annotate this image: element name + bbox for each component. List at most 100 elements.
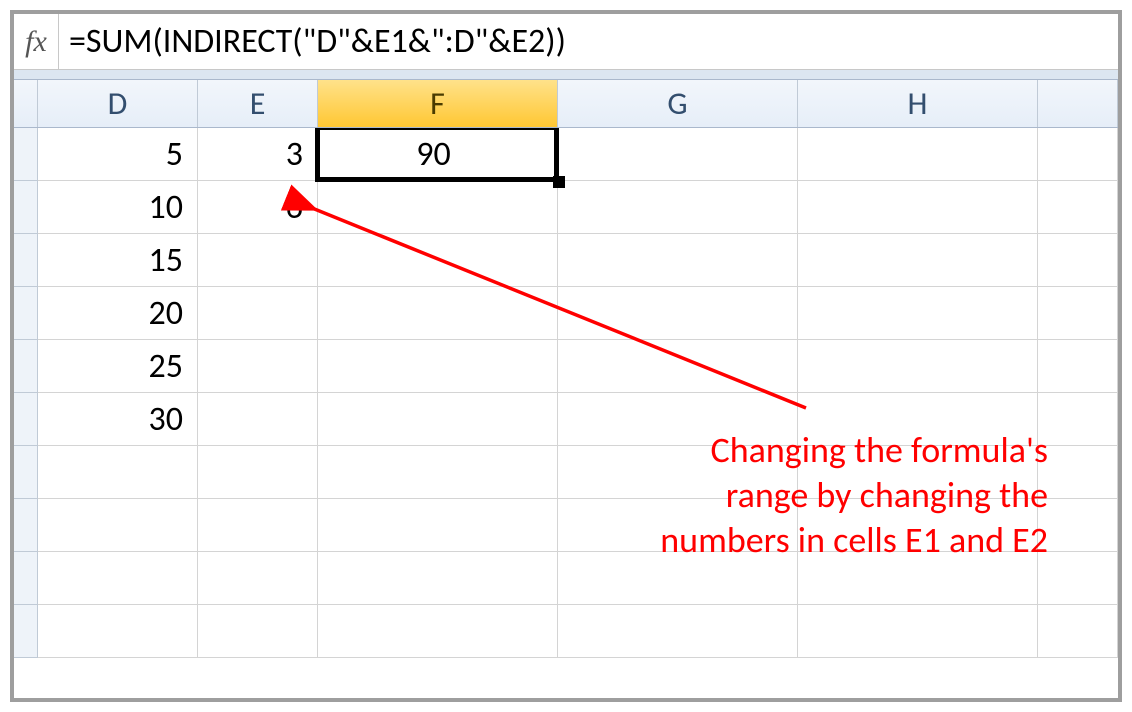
col-header-H[interactable]: H <box>798 80 1038 127</box>
cell-I3[interactable] <box>1038 234 1118 287</box>
cell-D5[interactable]: 25 <box>38 340 198 393</box>
cell-H7[interactable] <box>798 446 1038 499</box>
cell-F1[interactable]: 90 <box>318 128 558 181</box>
cell-E8[interactable] <box>198 499 318 552</box>
column-headers: D E F G H <box>14 80 1118 128</box>
cell-E6[interactable] <box>198 393 318 446</box>
cell-G5[interactable] <box>558 340 798 393</box>
cell-value: 20 <box>149 293 183 334</box>
cell-H10[interactable] <box>798 605 1038 658</box>
cell-E10[interactable] <box>198 605 318 658</box>
cell-value: 15 <box>149 240 183 281</box>
col-header-F[interactable]: F <box>318 80 558 127</box>
cell-H1[interactable] <box>798 128 1038 181</box>
cell-I5[interactable] <box>1038 340 1118 393</box>
cell-value: 90 <box>416 134 450 175</box>
row-5: 25 <box>14 340 1118 393</box>
cell-H9[interactable] <box>798 552 1038 605</box>
cell-F2[interactable] <box>318 181 558 234</box>
formula-input[interactable] <box>59 21 1118 62</box>
cell-I10[interactable] <box>1038 605 1118 658</box>
row-7 <box>14 446 1118 499</box>
cell-value: 30 <box>149 399 183 440</box>
fx-label-text: fx <box>25 25 47 59</box>
cell-D8[interactable] <box>38 499 198 552</box>
cell-G2[interactable] <box>558 181 798 234</box>
cell-E7[interactable] <box>198 446 318 499</box>
cell-F8[interactable] <box>318 499 558 552</box>
cell-D1[interactable]: 5 <box>38 128 198 181</box>
cell-F3[interactable] <box>318 234 558 287</box>
cell-G8[interactable] <box>558 499 798 552</box>
cell-E9[interactable] <box>198 552 318 605</box>
row-header-3[interactable] <box>14 234 38 287</box>
cell-D3[interactable]: 15 <box>38 234 198 287</box>
cell-D2[interactable]: 10 <box>38 181 198 234</box>
row-2: 10 6 <box>14 181 1118 234</box>
cell-G7[interactable] <box>558 446 798 499</box>
grid-body[interactable]: 5 3 90 10 6 15 <box>14 128 1118 698</box>
row-6: 30 <box>14 393 1118 446</box>
cell-G3[interactable] <box>558 234 798 287</box>
cell-F4[interactable] <box>318 287 558 340</box>
cell-F10[interactable] <box>318 605 558 658</box>
sheet-area: D E F G H 5 3 90 10 6 <box>14 70 1118 698</box>
formula-bar: fx <box>14 14 1118 70</box>
cell-I6[interactable] <box>1038 393 1118 446</box>
row-header-2[interactable] <box>14 181 38 234</box>
cell-H3[interactable] <box>798 234 1038 287</box>
cell-D6[interactable]: 30 <box>38 393 198 446</box>
cell-F7[interactable] <box>318 446 558 499</box>
cell-E2[interactable]: 6 <box>198 181 318 234</box>
cell-F6[interactable] <box>318 393 558 446</box>
cell-G1[interactable] <box>558 128 798 181</box>
cell-F9[interactable] <box>318 552 558 605</box>
cell-value: 25 <box>149 346 183 387</box>
row-8 <box>14 499 1118 552</box>
col-header-E[interactable]: E <box>198 80 318 127</box>
row-header-4[interactable] <box>14 287 38 340</box>
cell-G10[interactable] <box>558 605 798 658</box>
row-header-6[interactable] <box>14 393 38 446</box>
col-header-G[interactable]: G <box>558 80 798 127</box>
cell-D9[interactable] <box>38 552 198 605</box>
excel-window: fx D E F G H 5 3 90 <box>10 10 1122 702</box>
row-header-1[interactable] <box>14 128 38 181</box>
cell-I1[interactable] <box>1038 128 1118 181</box>
fill-handle[interactable] <box>553 176 565 188</box>
cell-I9[interactable] <box>1038 552 1118 605</box>
cell-value: 3 <box>286 134 303 175</box>
cell-H4[interactable] <box>798 287 1038 340</box>
col-header-label: F <box>430 84 445 123</box>
cell-I4[interactable] <box>1038 287 1118 340</box>
cell-D7[interactable] <box>38 446 198 499</box>
cell-G9[interactable] <box>558 552 798 605</box>
cell-D4[interactable]: 20 <box>38 287 198 340</box>
row-header-7[interactable] <box>14 446 38 499</box>
cell-F5[interactable] <box>318 340 558 393</box>
cell-H2[interactable] <box>798 181 1038 234</box>
row-header-10[interactable] <box>14 605 38 658</box>
cell-H8[interactable] <box>798 499 1038 552</box>
cell-I2[interactable] <box>1038 181 1118 234</box>
row-header-5[interactable] <box>14 340 38 393</box>
cell-E5[interactable] <box>198 340 318 393</box>
fx-icon[interactable]: fx <box>14 14 59 69</box>
col-header-D[interactable]: D <box>38 80 198 127</box>
cell-I7[interactable] <box>1038 446 1118 499</box>
row-header-9[interactable] <box>14 552 38 605</box>
cell-G4[interactable] <box>558 287 798 340</box>
cell-I8[interactable] <box>1038 499 1118 552</box>
select-all-corner[interactable] <box>14 80 38 127</box>
cell-E4[interactable] <box>198 287 318 340</box>
row-header-8[interactable] <box>14 499 38 552</box>
col-header-overflow[interactable] <box>1038 80 1118 127</box>
cell-D10[interactable] <box>38 605 198 658</box>
cell-G6[interactable] <box>558 393 798 446</box>
cell-E1[interactable]: 3 <box>198 128 318 181</box>
row-10 <box>14 605 1118 658</box>
cell-H5[interactable] <box>798 340 1038 393</box>
col-header-label: D <box>108 84 128 123</box>
cell-H6[interactable] <box>798 393 1038 446</box>
cell-E3[interactable] <box>198 234 318 287</box>
